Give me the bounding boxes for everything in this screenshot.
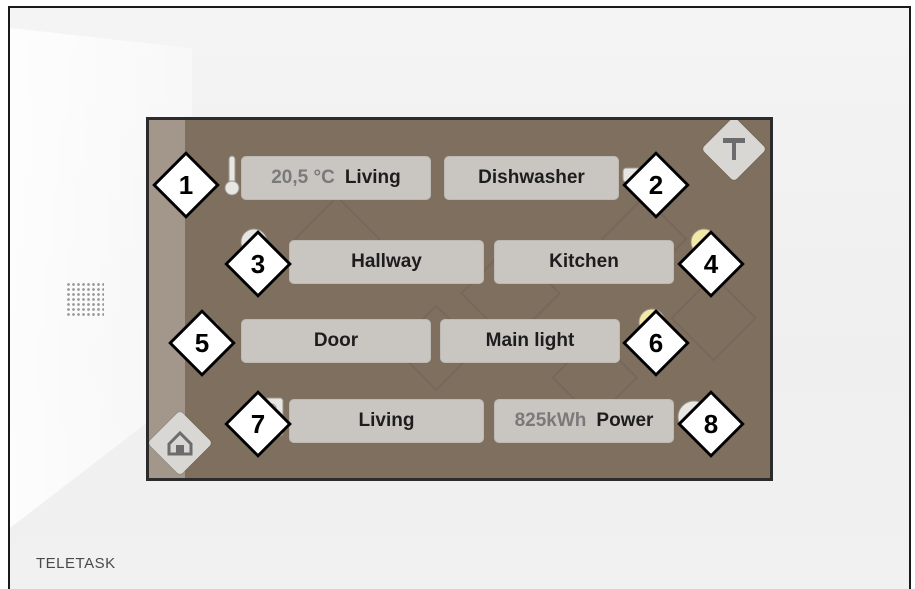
- door-button[interactable]: Door: [241, 319, 431, 363]
- button-label: Living: [344, 167, 401, 188]
- button-label: Kitchen: [549, 251, 619, 272]
- button-label: Main light: [485, 330, 575, 351]
- living-speaker-button[interactable]: Living: [289, 399, 484, 443]
- callout-5: 5: [168, 309, 236, 377]
- button-label: Living: [358, 410, 415, 431]
- squeegee-icon[interactable]: [701, 120, 767, 182]
- dishwasher-button[interactable]: Dishwasher: [444, 156, 619, 200]
- brand-logo: TELETASK: [36, 555, 116, 572]
- callout-8: 8: [677, 390, 745, 458]
- temperature-value: 20,5 °C: [271, 167, 335, 188]
- callout-4: 4: [677, 230, 745, 298]
- power-value: 825kWh: [514, 410, 587, 431]
- living-temperature-button[interactable]: 20,5 °C Living: [241, 156, 431, 200]
- hallway-button[interactable]: Hallway: [289, 240, 484, 284]
- kitchen-button[interactable]: Kitchen: [494, 240, 674, 284]
- home-icon[interactable]: [149, 410, 213, 476]
- button-label: Hallway: [351, 251, 422, 272]
- main-light-button[interactable]: Main light: [440, 319, 620, 363]
- callout-1: 1: [152, 151, 220, 219]
- speaker-grille: [66, 282, 104, 316]
- callout-6: 6: [622, 309, 690, 377]
- power-button[interactable]: 825kWh Power: [494, 399, 674, 443]
- callout-2: 2: [622, 151, 690, 219]
- callout-7: 7: [224, 390, 292, 458]
- callout-3: 3: [224, 230, 292, 298]
- button-label: Dishwasher: [478, 167, 585, 188]
- button-label: Power: [596, 410, 654, 431]
- button-label: Door: [313, 330, 359, 351]
